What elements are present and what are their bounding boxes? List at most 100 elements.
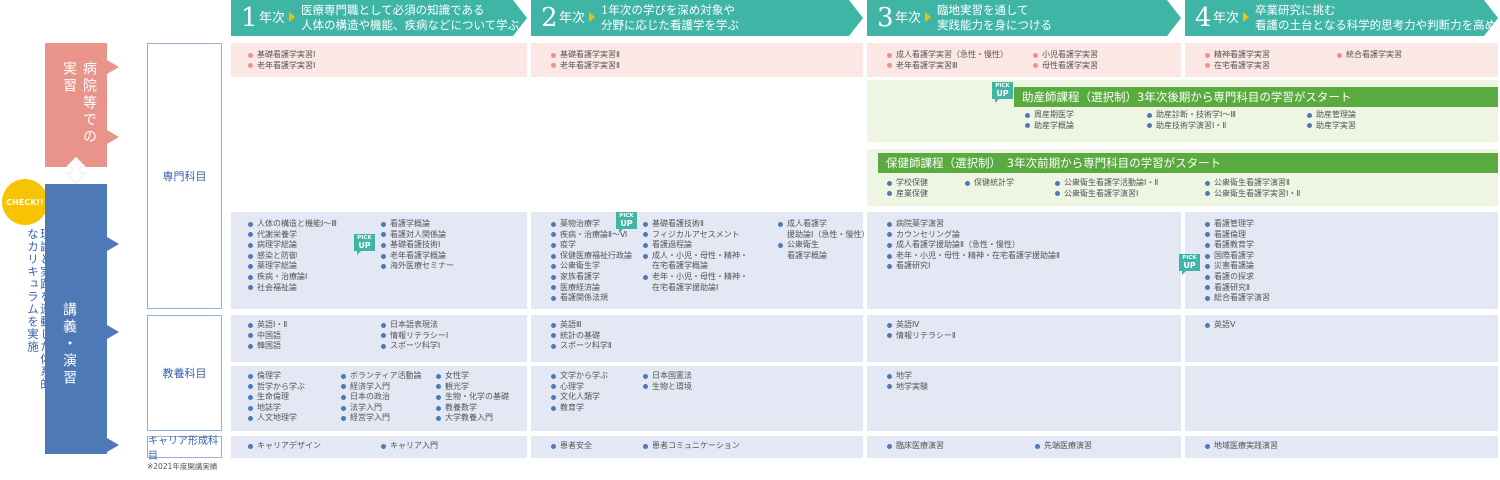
career-cell-y2: 患者安全 患者コミュニケーション: [531, 436, 863, 458]
list-item: 教養数学: [436, 403, 509, 414]
hokenshi-title: 保健師課程（選択制） 3年次前期から専門科目の学習がスタート: [878, 153, 1498, 173]
career-cell-y4: 地域医療実践演習: [1185, 436, 1498, 458]
list: 公衆衛生看護学活動論Ⅰ・Ⅱ 公衆衛生看護学演習Ⅰ: [1055, 178, 1158, 199]
list: 基礎看護技術Ⅱ フィジカルアセスメント 看護過程論 成人・小児・母性・精神・ 在…: [643, 219, 748, 293]
list: 病院薬学演習 カウンセリング論 成人看護学援助論Ⅱ（急性・慢性） 老年・小児・母…: [887, 219, 1060, 272]
list-item: スポーツ科学Ⅰ: [381, 341, 448, 352]
list-item: 哲学から学ぶ: [248, 382, 305, 393]
list-item: 成人看護学実習（急性・慢性）: [887, 50, 1008, 61]
pickup-badge: PICK UP: [616, 212, 637, 233]
list-item: 疾病・治療論Ⅰ: [248, 272, 337, 283]
pointer-icon: [107, 130, 119, 144]
pointer-icon: [107, 237, 119, 251]
list-item: 日本の政治: [341, 392, 422, 403]
list-item: 在宅看護学実習: [1205, 61, 1270, 72]
list: 英語Ⅰ・Ⅱ 中国語 韓国語: [248, 320, 287, 352]
kyoyo-lang-cell-y3: 英語Ⅳ 情報リテラシーⅡ: [867, 315, 1181, 362]
list-item: ボランティア活動論: [341, 371, 422, 382]
list-item: 大学教養入門: [436, 413, 509, 424]
list-item: 公衆衛生看護学活動論Ⅰ・Ⅱ: [1055, 178, 1158, 189]
list-item: 心理学: [551, 382, 608, 393]
list-item: 薬理学総論: [248, 261, 337, 272]
pointer-icon: [107, 438, 119, 452]
list-item-continued: 看護学概論: [787, 250, 827, 260]
year-number: 1: [241, 3, 258, 33]
double-arrow-icon: [62, 156, 90, 184]
list-item-continued: 在宅看護学概論: [652, 261, 708, 271]
list-item: 助産技術学演習Ⅰ・Ⅱ: [1147, 121, 1236, 132]
year-header-4: 4 年次 卒業研究に挑む 看護の土台となる科学的思考力や判断力を高める: [1185, 0, 1498, 36]
practice-bar: 病院等での実習: [45, 43, 107, 167]
list-item: 代謝栄養学: [248, 230, 337, 241]
list-item: 人体の構造と機能Ⅰ～Ⅲ: [248, 219, 337, 230]
list-item: 公衆衛生看護学演習Ⅱ: [1205, 178, 1300, 189]
list-item: カウンセリング論: [887, 230, 1060, 241]
practice-cell-y3: 成人看護学実習（急性・慢性） 老年看護学実習Ⅲ 小児看護学実習 母性看護学実習: [867, 43, 1181, 77]
pickup-badge: PICK UP: [992, 82, 1013, 103]
practice-label: 病院等での実習: [61, 61, 97, 146]
list-item: 老年看護学実習Ⅲ: [887, 61, 1008, 72]
list-item: フィジカルアセスメント: [643, 230, 748, 241]
list: 看護管理学 看護倫理 看護教育学 国際看護学 災害看護論 看護の探求 看護研究Ⅱ…: [1205, 219, 1270, 304]
list-item: 社会福祉論: [248, 283, 337, 294]
check-badge: CHECK!!: [2, 179, 48, 225]
arrow-icon: [925, 12, 931, 22]
list-item: 英語Ⅳ: [887, 320, 956, 331]
year-title: 臨地実習を通して 実践能力を身につける: [937, 3, 1052, 32]
josanshi-panel: PICK UP 助産師課程（選択制）3年次後期から専門科目の学習がスタート 周産期…: [867, 80, 1498, 142]
list-item: 産業保健: [887, 189, 928, 200]
category-senmon: 専門科目: [147, 43, 222, 309]
list-item: 母性看護学実習: [1033, 61, 1098, 72]
list-item: 看護関係法規: [551, 293, 632, 304]
list: 成人看護学 援助論Ⅰ（急性・慢性） 公衆衛生 看護学概論: [778, 219, 869, 261]
list-item: 公衆衛生学: [551, 261, 632, 272]
year-label: 年次: [559, 11, 586, 26]
list-item: 成人・小児・母性・精神・: [643, 251, 748, 262]
pickup-badge: PICK UP: [354, 234, 375, 255]
list-item: 看護研究Ⅱ: [1205, 283, 1270, 294]
list-item: 地学実験: [887, 382, 928, 393]
list: 倫理学 哲学から学ぶ 生命倫理 地誌学 人文地理学: [248, 371, 305, 424]
list-item: 看護対人関係論: [381, 230, 454, 241]
list-item: 公衆衛生: [778, 240, 869, 251]
list-item: 情報リテラシーⅡ: [887, 331, 956, 342]
year-label: 年次: [1213, 11, 1240, 26]
list-item: 老年・小児・母性・精神・在宅看護学援助論Ⅱ: [887, 251, 1060, 262]
list: 精神看護学実習 在宅看護学実習: [1205, 50, 1270, 71]
list: 学校保健 産業保健: [887, 178, 928, 199]
list: 看護学概論 看護対人関係論 基礎看護技術Ⅰ 老年看護学概論 海外医療セミナー: [381, 219, 454, 272]
pointer-icon: [107, 325, 119, 339]
list-item: 基礎看護技術Ⅱ: [643, 219, 748, 230]
list-item: 学校保健: [887, 178, 928, 189]
arrow-icon: [289, 12, 295, 22]
list-item: 基礎看護学実習Ⅰ: [248, 50, 315, 61]
list-item: 海外医療セミナー: [381, 261, 454, 272]
list-item: 病理学総論: [248, 240, 337, 251]
year-label: 年次: [895, 11, 922, 26]
year-label: 年次: [259, 11, 286, 26]
senmon-cell-y3: 病院薬学演習 カウンセリング論 成人看護学援助論Ⅱ（急性・慢性） 老年・小児・母…: [867, 212, 1181, 309]
list-item: 助産学概論: [1025, 121, 1074, 132]
kyoyo-lang-cell-y1: 英語Ⅰ・Ⅱ 中国語 韓国語 日本語表現法 情報リテラシーⅠ スポーツ科学Ⅰ: [231, 315, 527, 362]
list-item: 公衆衛生看護学演習Ⅰ: [1055, 189, 1158, 200]
list: 助産管理論 助産学実習: [1307, 110, 1356, 131]
lecture-label: 講義・演習: [61, 302, 77, 387]
list-item: 助産診断・技術学Ⅰ～Ⅲ: [1147, 110, 1236, 121]
list: 公衆衛生看護学演習Ⅱ 公衆衛生看護学実習Ⅰ・Ⅱ: [1205, 178, 1300, 199]
practice-cell-y4: 精神看護学実習 在宅看護学実習 統合看護学実習: [1185, 43, 1498, 77]
kyoyo-lang-cell-y4: 英語Ⅴ: [1185, 315, 1498, 362]
list: 地域医療実践演習: [1205, 441, 1278, 452]
category-kyoyo: 教養科目: [147, 315, 222, 431]
list-item: 看護過程論: [643, 240, 748, 251]
list: 周産期医学 助産学概論: [1025, 110, 1074, 131]
list-item: 看護教育学: [1205, 240, 1270, 251]
list-item: キャリア入門: [381, 441, 438, 452]
list-item: 法学入門: [341, 403, 422, 414]
year-title: 医療専門職として必須の知識である 人体の構造や機能、疾病などについて学ぶ: [301, 3, 520, 32]
year-title: 卒業研究に挑む 看護の土台となる科学的思考力や判断力を高める: [1255, 3, 1500, 32]
list-item: 観光学: [436, 382, 509, 393]
list-item: 統合看護学実習: [1337, 50, 1402, 61]
list-item: キャリアデザイン: [248, 441, 321, 452]
list-item: 統計の基礎: [551, 331, 612, 342]
list: 文学から学ぶ 心理学 文化人類学 教育学: [551, 371, 608, 413]
